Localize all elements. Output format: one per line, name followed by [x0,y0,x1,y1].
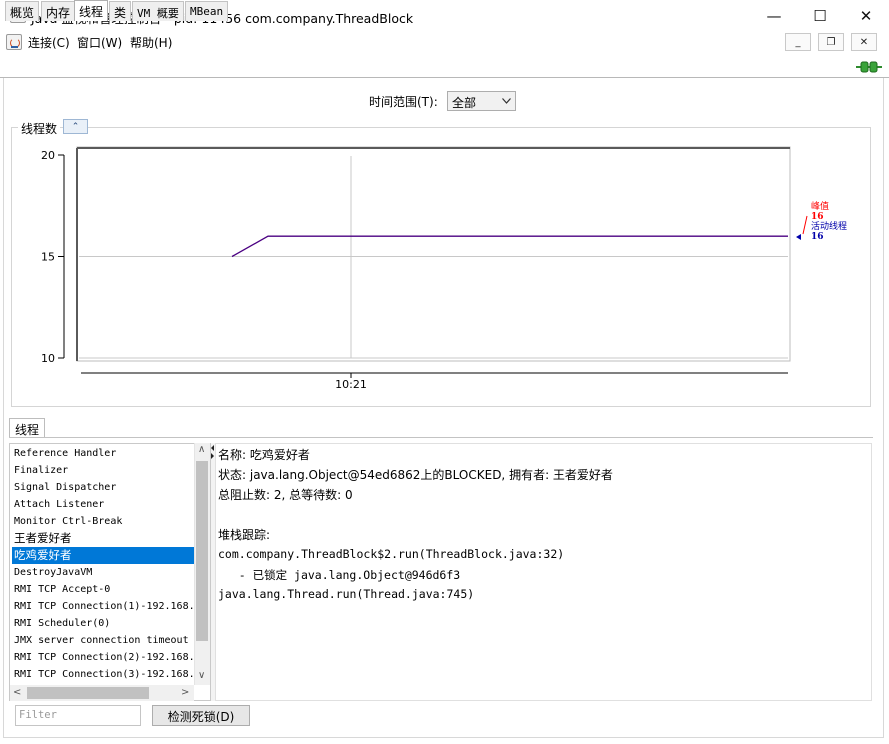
legend-live-value: 16 [811,232,824,242]
scroll-left-icon[interactable]: < [13,687,21,698]
list-item[interactable]: RMI TCP Accept-0 [12,581,194,598]
stack-frame: com.company.ThreadBlock$2.run(ThreadBloc… [218,547,565,561]
legend-pointer-icon [796,215,808,240]
list-item[interactable]: RMI TCP Connection(3)-192.168. [12,666,194,683]
plot-area [76,146,791,362]
list-item[interactable]: RMI Scheduler(0) [12,615,194,632]
y-tick-label: 15 [41,251,55,264]
list-item[interactable]: 王者爱好者 [12,530,194,547]
list-item[interactable]: Signal Dispatcher [12,479,194,496]
thread-name-line: 名称: 吃鸡爱好者 [218,448,310,462]
legend-peak-label: 峰值 [811,202,830,212]
legend-live-label: 活动线程 [811,222,848,232]
list-item[interactable]: RMI TCP Connection(2)-192.168. [12,649,194,666]
thread-list[interactable]: Reference Handler Finalizer Signal Dispa… [9,443,211,701]
y-tick-label: 10 [41,352,55,365]
threads-tab-divider [9,437,873,438]
thread-counts-line: 总阻止数: 2, 总等待数: 0 [218,488,353,502]
y-tick-label: 20 [41,149,55,162]
scroll-down-icon[interactable]: ∨ [198,670,205,681]
stack-lock-line: - 已锁定 java.lang.Object@946d6f3 [218,568,461,582]
list-item[interactable]: Attach Listener [12,496,194,513]
list-item[interactable]: Monitor Ctrl-Break [12,513,194,530]
list-item-selected[interactable]: 吃鸡爱好者 [12,547,194,564]
list-item[interactable]: Finalizer [12,462,194,479]
scroll-right-icon[interactable]: > [181,687,189,698]
list-item[interactable]: Reference Handler [12,445,194,462]
list-item[interactable]: RMI TCP Connection(1)-192.168. [12,598,194,615]
list-item[interactable]: JMX server connection timeout [12,632,194,649]
stack-frame: java.lang.Thread.run(Thread.java:745) [218,587,475,601]
thread-state-line: 状态: java.lang.Object@54ed6862上的BLOCKED, … [218,468,613,482]
thread-filter-input[interactable]: Filter [15,705,141,726]
vertical-scroll-thumb[interactable] [196,461,208,641]
tab-threads-list[interactable]: 线程 [9,418,46,438]
list-item[interactable]: DestroyJavaVM [12,564,194,581]
scroll-up-icon[interactable]: ∧ [198,444,205,455]
x-tick-label: 10:21 [335,378,367,391]
stack-trace-header: 堆栈跟踪: [218,528,271,542]
detect-deadlock-button[interactable]: 检测死锁(D) [152,705,250,726]
horizontal-scroll-thumb[interactable] [27,687,149,699]
legend-peak-value: 16 [811,212,824,222]
